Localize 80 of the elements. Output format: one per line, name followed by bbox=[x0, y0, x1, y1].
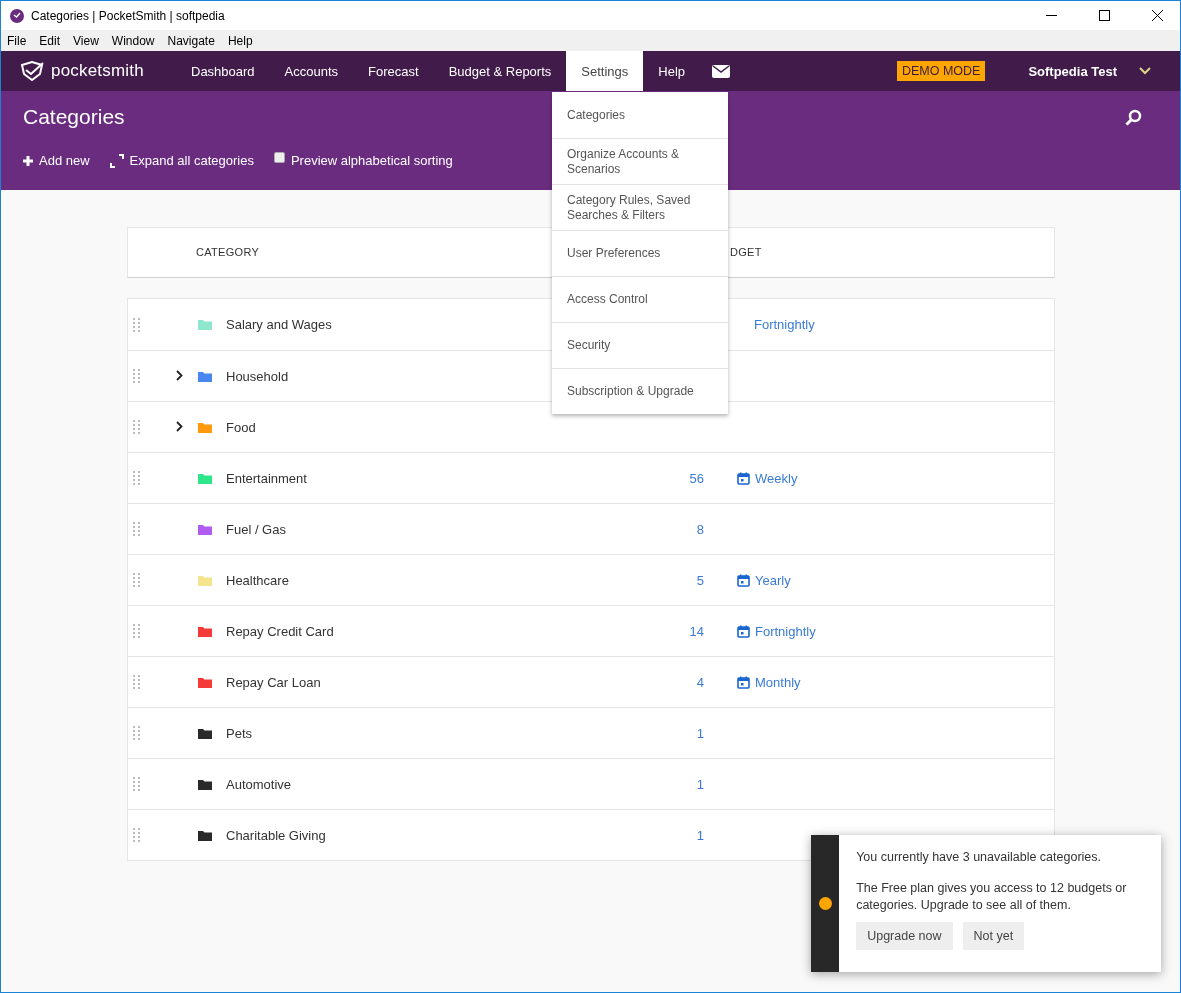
transaction-count[interactable]: 56 bbox=[689, 470, 704, 486]
brand-name: pocketsmith bbox=[51, 61, 144, 81]
expand-all-button[interactable]: Expand all categories bbox=[109, 153, 254, 168]
dropdown-item[interactable]: Categories bbox=[552, 92, 728, 138]
add-new-button[interactable]: Add new bbox=[23, 153, 90, 168]
shield-check-logo-icon bbox=[19, 61, 45, 81]
category-name[interactable]: Food bbox=[226, 419, 644, 435]
warning-dot-icon bbox=[818, 897, 832, 910]
drag-handle-icon[interactable] bbox=[133, 522, 140, 536]
dropdown-item[interactable]: Subscription & Upgrade bbox=[552, 368, 728, 414]
budget-period-link[interactable]: Monthly bbox=[755, 674, 801, 690]
drag-handle-icon[interactable] bbox=[133, 420, 140, 434]
window-title: Categories | PocketSmith | softpedia bbox=[31, 8, 226, 23]
checkbox[interactable] bbox=[273, 152, 285, 163]
drag-handle-icon[interactable] bbox=[133, 777, 140, 791]
demo-mode-badge: DEMO MODE bbox=[896, 61, 986, 81]
transaction-count[interactable]: 8 bbox=[696, 521, 704, 537]
budget-period-link[interactable]: Yearly bbox=[755, 572, 791, 588]
page-title: Categories bbox=[23, 105, 125, 129]
transaction-count[interactable]: 1 bbox=[696, 725, 704, 741]
category-name[interactable]: Automotive bbox=[226, 776, 644, 792]
mail-icon[interactable] bbox=[712, 64, 731, 78]
menu-item[interactable]: View bbox=[73, 33, 99, 48]
transaction-count[interactable]: 5 bbox=[696, 572, 704, 588]
budget-period-link[interactable]: Weekly bbox=[755, 470, 798, 486]
category-name[interactable]: Pets bbox=[226, 725, 644, 741]
transaction-count[interactable]: 4 bbox=[696, 674, 704, 690]
drag-handle-icon[interactable] bbox=[133, 624, 140, 638]
drag-handle-icon[interactable] bbox=[133, 471, 140, 485]
toast-button[interactable]: Not yet bbox=[962, 922, 1025, 950]
minimize-icon[interactable] bbox=[1045, 15, 1057, 16]
chevron-down-icon[interactable] bbox=[1139, 67, 1151, 75]
nav-tab[interactable]: Help bbox=[643, 51, 701, 91]
nav-tab[interactable]: Budget & Reports bbox=[433, 51, 567, 91]
drag-handle-icon[interactable] bbox=[133, 726, 140, 740]
dropdown-item[interactable]: User Preferences bbox=[552, 230, 728, 276]
menu-item[interactable]: File bbox=[7, 33, 27, 48]
plus-icon bbox=[23, 155, 33, 166]
transaction-count[interactable]: 1 bbox=[696, 827, 704, 843]
drag-handle-icon[interactable] bbox=[133, 828, 140, 842]
close-icon[interactable] bbox=[1151, 10, 1163, 21]
dropdown-item[interactable]: Organize Accounts & Scenarios bbox=[552, 138, 728, 184]
category-name[interactable]: Fuel / Gas bbox=[226, 521, 644, 537]
menu-item[interactable]: Window bbox=[111, 33, 155, 48]
app-logo-icon bbox=[10, 8, 24, 23]
budget-period-link[interactable]: Fortnightly bbox=[755, 623, 816, 639]
budget-period-link[interactable]: Fortnightly bbox=[754, 317, 815, 332]
drag-handle-icon[interactable] bbox=[133, 317, 140, 332]
expand-icon bbox=[109, 153, 124, 168]
transaction-count[interactable]: 1 bbox=[696, 776, 704, 792]
nav-tab[interactable]: Dashboard bbox=[176, 51, 270, 91]
column-header: DGET bbox=[730, 245, 762, 258]
chevron-right-icon[interactable] bbox=[176, 370, 183, 381]
toast-message: The Free plan gives you access to 12 budgets or categories. Upgrade to see all of them. bbox=[856, 880, 1128, 914]
toast-message: You currently have 3 unavailable categories. bbox=[856, 849, 1102, 866]
maximize-icon[interactable] bbox=[1098, 10, 1110, 21]
category-name[interactable]: Repay Car Loan bbox=[226, 674, 644, 690]
dropdown-item[interactable]: Category Rules, Saved Searches & Filters bbox=[552, 184, 728, 230]
menu-item[interactable]: Navigate bbox=[167, 33, 215, 48]
drag-handle-icon[interactable] bbox=[133, 675, 140, 689]
dropdown-item[interactable]: Security bbox=[552, 322, 728, 368]
search-icon[interactable] bbox=[1125, 108, 1142, 126]
toast-button[interactable]: Upgrade now bbox=[856, 922, 953, 950]
category-name[interactable]: Healthcare bbox=[226, 572, 644, 588]
drag-handle-icon[interactable] bbox=[133, 573, 140, 587]
user-name[interactable]: Softpedia Test bbox=[1028, 63, 1117, 79]
drag-handle-icon[interactable] bbox=[133, 369, 140, 383]
category-name[interactable]: Charitable Giving bbox=[226, 827, 644, 843]
column-header: CATEGORY bbox=[196, 245, 260, 258]
chevron-right-icon[interactable] bbox=[176, 421, 183, 432]
nav-tab[interactable]: Forecast bbox=[353, 51, 434, 91]
transaction-count[interactable]: 14 bbox=[689, 623, 704, 639]
category-name[interactable]: Entertainment bbox=[226, 470, 644, 486]
menu-item[interactable]: Edit bbox=[39, 33, 61, 48]
nav-tab[interactable]: Settings bbox=[566, 51, 644, 91]
category-name[interactable]: Repay Credit Card bbox=[226, 623, 644, 639]
dropdown-item[interactable]: Access Control bbox=[552, 276, 728, 322]
menu-item[interactable]: Help bbox=[227, 33, 253, 48]
nav-tab[interactable]: Accounts bbox=[269, 51, 354, 91]
preview-sorting-checkbox[interactable]: Preview alphabetical sorting bbox=[273, 153, 453, 168]
